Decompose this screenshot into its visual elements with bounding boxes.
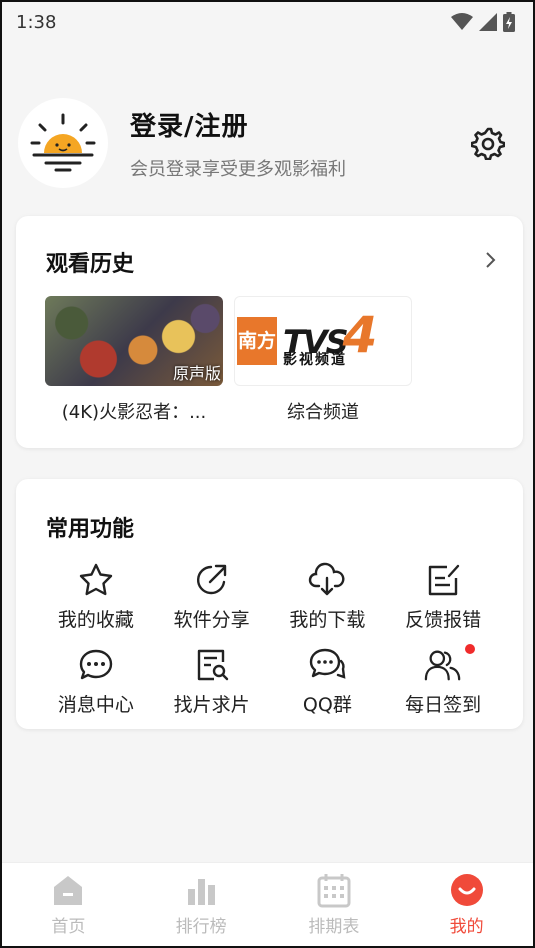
feature-request[interactable]: 找片求片 [154, 646, 270, 717]
feature-label: 我的收藏 [57, 609, 134, 631]
channel-logo[interactable]: 南方 TVS 4 影视频道 [234, 296, 412, 386]
feature-label: QQ群 [302, 694, 352, 716]
tab-schedule[interactable]: 排期表 [274, 872, 394, 937]
gear-icon [471, 127, 505, 160]
history-item[interactable]: 原声版 (4K)火影忍者：... [45, 296, 223, 424]
common-features-title: 常用功能 [46, 517, 135, 542]
history-item[interactable]: 南方 TVS 4 影视频道 综合频道 [234, 296, 412, 424]
feature-label: 软件分享 [173, 609, 250, 631]
chevron-right-icon[interactable] [485, 250, 497, 275]
common-features-card: 常用功能 我的收藏 软件分享 我的下载 反馈报错 消息中心 找片求片 QQ群 每… [16, 479, 523, 729]
feature-downloads[interactable]: 我的下载 [270, 561, 386, 632]
tab-label: 排行榜 [175, 917, 227, 937]
tab-ranking[interactable]: 排行榜 [141, 872, 261, 937]
group-chat-icon [308, 646, 346, 684]
login-subtitle: 会员登录享受更多观影福利 [130, 158, 346, 180]
chat-bubble-icon [77, 646, 115, 684]
feature-share[interactable]: 软件分享 [154, 561, 270, 632]
profile-text[interactable]: 登录/注册 会员登录享受更多观影福利 [130, 106, 468, 181]
share-icon [193, 561, 231, 599]
calendar-icon [316, 872, 352, 908]
battery-icon [503, 12, 515, 32]
settings-button[interactable] [468, 123, 508, 163]
login-register-title[interactable]: 登录/注册 [130, 106, 468, 143]
status-bar: 1:38 [2, 2, 533, 42]
notification-dot [465, 644, 475, 654]
feature-label: 找片求片 [173, 694, 250, 716]
feature-label: 我的下载 [289, 609, 366, 631]
people-icon [424, 646, 462, 684]
tab-label: 我的 [449, 917, 484, 937]
features-grid: 我的收藏 软件分享 我的下载 反馈报错 消息中心 找片求片 QQ群 每日签到 [16, 561, 523, 717]
signal-icon [479, 13, 497, 31]
feature-label: 消息中心 [57, 694, 134, 716]
cloud-download-icon [308, 561, 346, 599]
watch-history-title: 观看历史 [46, 252, 135, 277]
bar-chart-icon [183, 872, 219, 908]
feature-feedback[interactable]: 反馈报错 [385, 561, 501, 632]
history-caption: 综合频道 [287, 402, 359, 423]
channel-logo-box: 南方 [237, 317, 277, 365]
tab-home[interactable]: 首页 [8, 872, 128, 937]
feature-messages[interactable]: 消息中心 [38, 646, 154, 717]
search-document-icon [193, 646, 231, 684]
avatar[interactable] [18, 98, 108, 188]
profile-header: 登录/注册 会员登录享受更多观影福利 [18, 98, 518, 188]
wifi-icon [451, 13, 473, 30]
star-icon [77, 561, 115, 599]
feature-favorites[interactable]: 我的收藏 [38, 561, 154, 632]
channel-logo-text: TVS 4 影视频道 [283, 310, 377, 369]
channel-logo-subtitle: 影视频道 [283, 352, 347, 368]
tab-label: 排期表 [308, 917, 360, 937]
smile-icon [449, 872, 485, 908]
version-badge: 原声版 [172, 364, 221, 383]
watch-history-card: 观看历史 原声版 (4K)火影忍者：... 南方 TVS 4 影视频道 综合频道 [16, 216, 523, 448]
edit-note-icon [424, 561, 462, 599]
status-time: 1:38 [16, 11, 57, 33]
sunrise-icon [30, 113, 96, 172]
feature-qq-group[interactable]: QQ群 [270, 646, 386, 717]
history-caption: (4K)火影忍者：... [61, 402, 207, 423]
bottom-tab-bar: 首页 排行榜 排期表 我的 [2, 862, 533, 946]
feature-label: 反馈报错 [405, 609, 482, 631]
feature-daily-checkin[interactable]: 每日签到 [385, 644, 501, 717]
home-icon [50, 872, 86, 908]
history-thumbnail[interactable]: 原声版 [45, 296, 223, 386]
tab-mine[interactable]: 我的 [407, 872, 527, 937]
tab-label: 首页 [51, 917, 86, 937]
status-icons [451, 12, 515, 32]
feature-label: 每日签到 [405, 694, 482, 716]
